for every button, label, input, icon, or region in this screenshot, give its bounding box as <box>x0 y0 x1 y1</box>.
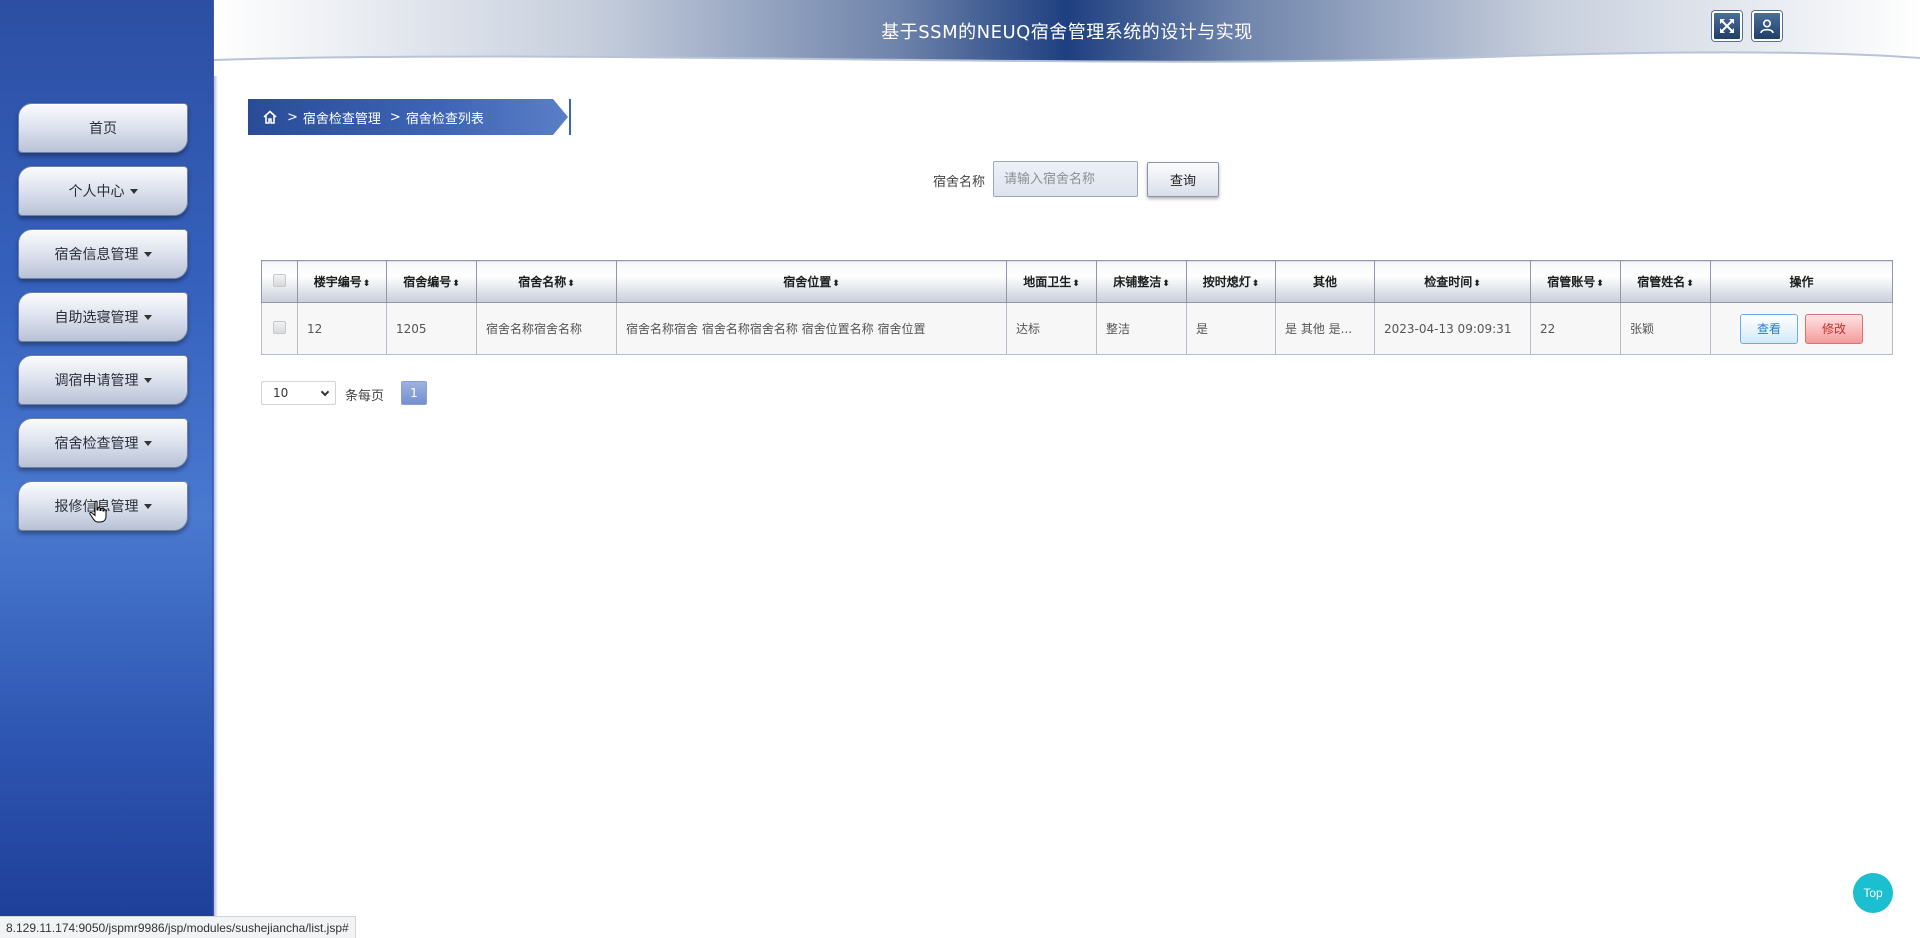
sidebar-item-home[interactable]: 首页 <box>18 103 188 153</box>
breadcrumb-separator: > <box>287 109 298 125</box>
caret-down-icon <box>143 377 152 383</box>
cell-bed-tidy: 整洁 <box>1096 302 1187 355</box>
user-button[interactable] <box>1752 11 1782 41</box>
fullscreen-button[interactable] <box>1712 11 1742 41</box>
cell-room-name: 宿舍名称宿舍名称 <box>476 302 617 355</box>
sort-icon: ⬍ <box>567 279 575 289</box>
sidebar-item-label: 调宿申请管理 <box>54 373 139 389</box>
col-header-room-no[interactable]: 宿舍编号⬍ <box>386 260 477 303</box>
sidebar: 首页 个人中心 宿舍信息管理 自助选寝管理 调宿申请管理 宿舍检查管理 报修信息… <box>0 0 218 938</box>
cell-location: 宿舍名称宿舍 宿舍名称宿舍名称 宿舍位置名称 宿舍位置 <box>616 302 1007 355</box>
sort-icon: ⬍ <box>452 279 460 289</box>
sidebar-item-label: 宿舍信息管理 <box>54 247 139 263</box>
header-wave-decoration <box>214 51 1920 76</box>
sort-icon: ⬍ <box>1251 279 1260 289</box>
cell-manager-name: 张颖 <box>1620 302 1711 355</box>
sort-icon: ⬍ <box>1473 279 1481 289</box>
cell-lights-out: 是 <box>1186 302 1276 355</box>
cell-floor-hygiene: 达标 <box>1006 302 1097 355</box>
select-all-checkbox[interactable] <box>273 273 286 287</box>
col-header-manager-account[interactable]: 宿管账号⬍ <box>1530 260 1621 303</box>
col-header-actions: 操作 <box>1710 260 1893 303</box>
fullscreen-icon <box>1720 19 1734 33</box>
breadcrumb-separator: > <box>389 109 401 125</box>
sort-icon: ⬍ <box>832 279 840 289</box>
caret-down-icon <box>143 503 152 509</box>
user-icon <box>1760 19 1774 34</box>
col-header-floor-hygiene[interactable]: 地面卫生⬍ <box>1006 260 1097 303</box>
sidebar-item-label: 自助选寝管理 <box>54 310 139 326</box>
caret-down-icon <box>143 440 152 446</box>
per-page-label: 条每页 <box>345 389 385 404</box>
select-all-cell <box>261 260 298 303</box>
cell-other: 是 其他 是... <box>1275 302 1375 355</box>
col-header-location[interactable]: 宿舍位置⬍ <box>616 260 1007 303</box>
search-button[interactable]: 查询 <box>1147 162 1219 197</box>
sidebar-item-transfer-request[interactable]: 调宿申请管理 <box>18 355 188 405</box>
sidebar-item-label: 首页 <box>89 121 117 137</box>
sidebar-item-self-select[interactable]: 自助选寝管理 <box>18 292 188 342</box>
page-title: 基于SSM的NEUQ宿舍管理系统的设计与实现 <box>881 22 1253 43</box>
table-row: 12 1205 宿舍名称宿舍名称 宿舍名称宿舍 宿舍名称宿舍名称 宿舍位置名称 … <box>261 302 1893 355</box>
breadcrumb: > 宿舍检查管理 > 宿舍检查列表 <box>248 99 568 135</box>
hand-cursor-icon <box>89 500 107 523</box>
col-header-lights-out[interactable]: 按时熄灯⬍ <box>1186 260 1276 303</box>
cell-building-no: 12 <box>297 302 387 355</box>
back-to-top-button[interactable]: Top <box>1853 873 1893 913</box>
page-size-value: 10 <box>273 386 289 400</box>
col-header-room-name[interactable]: 宿舍名称⬍ <box>476 260 617 303</box>
col-header-other: 其他 <box>1275 260 1375 303</box>
caret-down-icon <box>129 188 138 194</box>
home-icon[interactable] <box>262 109 278 125</box>
breadcrumb-divider <box>569 99 571 135</box>
sidebar-item-label: 宿舍检查管理 <box>54 436 139 452</box>
caret-down-icon <box>143 251 152 257</box>
sidebar-item-dorm-info[interactable]: 宿舍信息管理 <box>18 229 188 279</box>
cell-manager-account: 22 <box>1530 302 1621 355</box>
table-header-row: 楼宇编号⬍ 宿舍编号⬍ 宿舍名称⬍ 宿舍位置⬍ 地面卫生⬍ 床铺整洁⬍ 按时熄灯… <box>261 260 1893 303</box>
sort-icon: ⬍ <box>1686 279 1694 289</box>
search-label: 宿舍名称 <box>933 175 986 190</box>
view-button[interactable]: 查看 <box>1740 313 1798 344</box>
status-bar-url: 8.129.11.174:9050/jspmr9986/jsp/modules/… <box>0 916 356 938</box>
search-input[interactable] <box>993 161 1138 197</box>
row-checkbox[interactable] <box>273 320 286 334</box>
caret-down-icon <box>143 314 152 320</box>
edit-button[interactable]: 修改 <box>1805 313 1863 344</box>
col-header-bed-tidy[interactable]: 床铺整洁⬍ <box>1096 260 1187 303</box>
col-header-building-no[interactable]: 楼宇编号⬍ <box>297 260 387 303</box>
row-select-cell <box>261 302 298 355</box>
sort-icon: ⬍ <box>1596 279 1604 289</box>
inspection-table: 楼宇编号⬍ 宿舍编号⬍ 宿舍名称⬍ 宿舍位置⬍ 地面卫生⬍ 床铺整洁⬍ 按时熄灯… <box>261 260 1893 355</box>
sidebar-item-personal-center[interactable]: 个人中心 <box>18 166 188 216</box>
cell-check-time: 2023-04-13 09:09:31 <box>1374 302 1531 355</box>
page-size-select[interactable]: 10 <box>261 381 336 405</box>
breadcrumb-link-inspection[interactable]: 宿舍检查管理 <box>303 108 381 127</box>
sort-icon: ⬍ <box>1072 279 1080 289</box>
chevron-down-icon <box>320 387 330 397</box>
page-number-button[interactable]: 1 <box>401 381 427 405</box>
sidebar-item-label: 个人中心 <box>68 184 125 200</box>
col-header-check-time[interactable]: 检查时间⬍ <box>1374 260 1531 303</box>
sort-icon: ⬍ <box>1162 279 1170 289</box>
breadcrumb-current: 宿舍检查列表 <box>405 111 484 127</box>
cell-room-no: 1205 <box>386 302 477 355</box>
sidebar-item-dorm-inspection[interactable]: 宿舍检查管理 <box>18 418 188 468</box>
col-header-manager-name[interactable]: 宿管姓名⬍ <box>1620 260 1711 303</box>
sort-icon: ⬍ <box>362 279 371 289</box>
cell-actions: 查看 修改 <box>1710 302 1893 355</box>
